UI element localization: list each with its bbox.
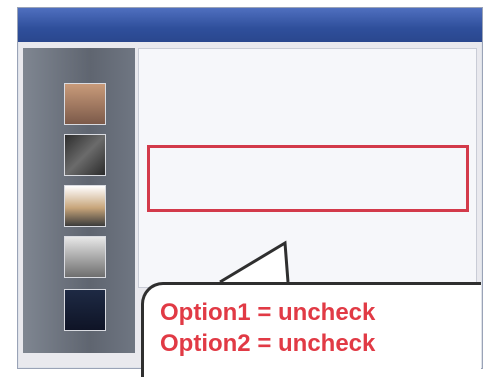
callout-line2: Option2 = uncheck — [160, 330, 376, 357]
callout-line1: Option1 = uncheck — [160, 299, 376, 326]
callout-text: Option1 = uncheck Option2 = uncheck — [160, 297, 375, 359]
